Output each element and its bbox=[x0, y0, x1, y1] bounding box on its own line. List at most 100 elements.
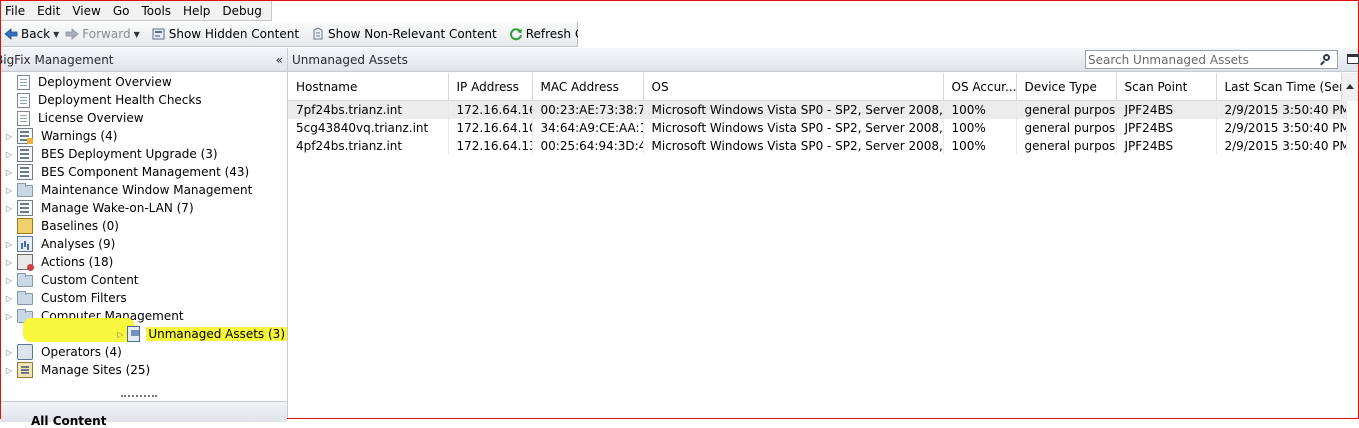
column-header-ip-address[interactable]: IP Address bbox=[448, 73, 533, 101]
show-nonrelevant-content-button[interactable]: Show Non-Relevant Content bbox=[308, 23, 500, 45]
menu-tools[interactable]: Tools bbox=[137, 4, 179, 18]
list-icon bbox=[17, 146, 33, 162]
cell-mac-address: 00:25:64:94:3D:4C bbox=[532, 137, 644, 155]
document-icon bbox=[17, 110, 30, 126]
expand-arrow-icon[interactable]: ▷ bbox=[4, 258, 14, 267]
expand-arrow-icon[interactable]: ▷ bbox=[4, 348, 14, 357]
back-button[interactable]: Back ▼ bbox=[1, 23, 62, 45]
forward-dropdown-icon[interactable]: ▼ bbox=[134, 30, 140, 39]
menu-go[interactable]: Go bbox=[109, 4, 138, 18]
cell-hostname: 4pf24bs.trianz.int bbox=[288, 137, 449, 155]
cell-os: Microsoft Windows Vista SP0 - SP2, Serve… bbox=[643, 100, 944, 119]
expand-arrow-icon[interactable]: ▷ bbox=[4, 150, 14, 159]
column-header-hostname[interactable]: Hostname bbox=[288, 73, 449, 101]
menu-edit[interactable]: Edit bbox=[33, 4, 68, 18]
expand-arrow-icon[interactable]: ▷ bbox=[4, 132, 14, 141]
menu-view[interactable]: View bbox=[68, 4, 108, 18]
search-input[interactable] bbox=[1086, 52, 1316, 67]
tree-item-warnings[interactable]: ▷ Warnings (4) bbox=[1, 127, 287, 145]
cell-os-accuracy: 100% bbox=[943, 100, 1017, 119]
menu-help[interactable]: Help bbox=[179, 4, 218, 18]
cell-mac-address: 34:64:A9:CE:AA:15 bbox=[532, 119, 644, 137]
tree-item-label: Unmanaged Assets (3) bbox=[146, 327, 287, 341]
tree-item-license-overview[interactable]: License Overview bbox=[1, 109, 287, 127]
cell-os: Microsoft Windows Vista SP0 - SP2, Serve… bbox=[643, 137, 944, 155]
tree-item-deployment-health-checks[interactable]: Deployment Health Checks bbox=[1, 91, 287, 109]
column-header-device-type[interactable]: Device Type bbox=[1016, 73, 1117, 101]
navigation-pane: BigFix Management « Deployment Overview … bbox=[0, 48, 288, 428]
tree-item-label: License Overview bbox=[38, 111, 144, 125]
tree-item-unmanaged-assets[interactable]: ▷ Unmanaged Assets (3) bbox=[1, 318, 287, 343]
cell-mac-address: 00:23:AE:73:38:75 bbox=[532, 100, 644, 119]
tree-item-maintenance-window-management[interactable]: ▷ Maintenance Window Management bbox=[1, 181, 287, 199]
operators-icon bbox=[17, 344, 33, 360]
toolbar-empty-area bbox=[578, 22, 1358, 47]
tree-item-label: Manage Sites (25) bbox=[41, 363, 151, 377]
tree-item-baselines[interactable]: Baselines (0) bbox=[1, 217, 287, 235]
warning-icon bbox=[17, 128, 33, 144]
expand-arrow-icon[interactable]: ▷ bbox=[4, 294, 14, 303]
all-content-label: All Content bbox=[31, 414, 107, 428]
search-icon[interactable] bbox=[1320, 53, 1332, 66]
menu-debug[interactable]: Debug bbox=[218, 4, 269, 18]
tree-item-manage-sites[interactable]: ▷ Manage Sites (25) bbox=[1, 361, 287, 379]
forward-label: Forward bbox=[82, 27, 131, 41]
collapse-pane-icon[interactable]: « bbox=[276, 53, 283, 67]
back-dropdown-icon[interactable]: ▼ bbox=[53, 30, 59, 39]
cell-scan-point: JPF24BS bbox=[1116, 119, 1217, 137]
expand-arrow-icon[interactable]: ▷ bbox=[4, 204, 14, 213]
cell-os: Microsoft Windows Vista SP0 - SP2, Serve… bbox=[643, 119, 944, 137]
tree-item-analyses[interactable]: ▷ Analyses (9) bbox=[1, 235, 287, 253]
expand-arrow-icon[interactable]: ▷ bbox=[4, 312, 14, 321]
column-header-os[interactable]: OS bbox=[643, 73, 944, 101]
tree-item-actions[interactable]: ▷ Actions (18) bbox=[1, 253, 287, 271]
show-hidden-content-button[interactable]: Show Hidden Content bbox=[149, 23, 302, 45]
expand-arrow-icon[interactable]: ▷ bbox=[4, 168, 14, 177]
table-row[interactable]: 4pf24bs.trianz.int 172.16.64.13 00:25:64… bbox=[288, 137, 1347, 155]
column-header-os-accuracy[interactable]: OS Accur... bbox=[943, 73, 1017, 101]
column-header-scan-point[interactable]: Scan Point bbox=[1116, 73, 1217, 101]
column-header-mac-address[interactable]: MAC Address bbox=[532, 73, 644, 101]
content-pane-header: Unmanaged Assets bbox=[288, 48, 1359, 72]
tree-item-custom-content[interactable]: ▷ Custom Content bbox=[1, 271, 287, 289]
navigation-pane-header: BigFix Management « bbox=[0, 48, 287, 72]
tree-item-deployment-overview[interactable]: Deployment Overview bbox=[1, 73, 287, 91]
cell-scan-point: JPF24BS bbox=[1116, 100, 1217, 119]
cell-ip-address: 172.16.64.13 bbox=[448, 137, 533, 155]
show-nonrelevant-content-label: Show Non-Relevant Content bbox=[328, 27, 497, 41]
table-row[interactable]: 5cg43840vq.trianz.int 172.16.64.10 34:64… bbox=[288, 119, 1347, 137]
tree-item-custom-filters[interactable]: ▷ Custom Filters bbox=[1, 289, 287, 307]
pane-splitter[interactable] bbox=[1, 393, 287, 401]
tree-item-label: BES Deployment Upgrade (3) bbox=[41, 147, 218, 161]
cell-last-scan-time: 2/9/2015 3:50:40 PM bbox=[1216, 137, 1347, 155]
analysis-icon bbox=[17, 236, 33, 252]
expand-arrow-icon[interactable]: ▷ bbox=[4, 186, 14, 195]
navigation-tree: Deployment Overview Deployment Health Ch… bbox=[1, 72, 287, 379]
cell-ip-address: 172.16.64.16 bbox=[448, 100, 533, 119]
maximize-icon[interactable] bbox=[1347, 54, 1359, 64]
menu-bar: File Edit View Go Tools Help Debug bbox=[1, 1, 272, 21]
cell-device-type: general purpose bbox=[1016, 100, 1117, 119]
cell-hostname: 7pf24bs.trianz.int bbox=[288, 100, 449, 119]
vertical-scrollbar[interactable] bbox=[1341, 73, 1358, 101]
navigation-pane-title: BigFix Management bbox=[0, 52, 114, 67]
expand-arrow-icon[interactable]: ▷ bbox=[4, 276, 14, 285]
tree-item-bes-deployment-upgrade[interactable]: ▷ BES Deployment Upgrade (3) bbox=[1, 145, 287, 163]
tree-item-bes-component-management[interactable]: ▷ BES Component Management (43) bbox=[1, 163, 287, 181]
menu-file[interactable]: File bbox=[1, 4, 33, 18]
splitter-grip-icon bbox=[121, 395, 157, 399]
expand-arrow-icon[interactable]: ▷ bbox=[4, 366, 14, 375]
tree-item-label: BES Component Management (43) bbox=[41, 165, 250, 179]
cell-device-type: general purpose bbox=[1016, 137, 1117, 155]
action-icon bbox=[17, 254, 34, 271]
expand-arrow-icon[interactable]: ▷ bbox=[116, 330, 124, 339]
expand-arrow-icon[interactable]: ▷ bbox=[4, 240, 14, 249]
cell-hostname: 5cg43840vq.trianz.int bbox=[288, 119, 449, 137]
forward-button[interactable]: Forward ▼ bbox=[62, 23, 142, 45]
tree-item-operators[interactable]: ▷ Operators (4) bbox=[1, 343, 287, 361]
back-arrow-icon bbox=[4, 28, 18, 40]
cell-ip-address: 172.16.64.10 bbox=[448, 119, 533, 137]
table-row[interactable]: 7pf24bs.trianz.int 172.16.64.16 00:23:AE… bbox=[288, 100, 1347, 119]
column-header-last-scan-time[interactable]: Last Scan Time (Server T... bbox=[1216, 73, 1347, 101]
tree-item-manage-wake-on-lan[interactable]: ▷ Manage Wake-on-LAN (7) bbox=[1, 199, 287, 217]
